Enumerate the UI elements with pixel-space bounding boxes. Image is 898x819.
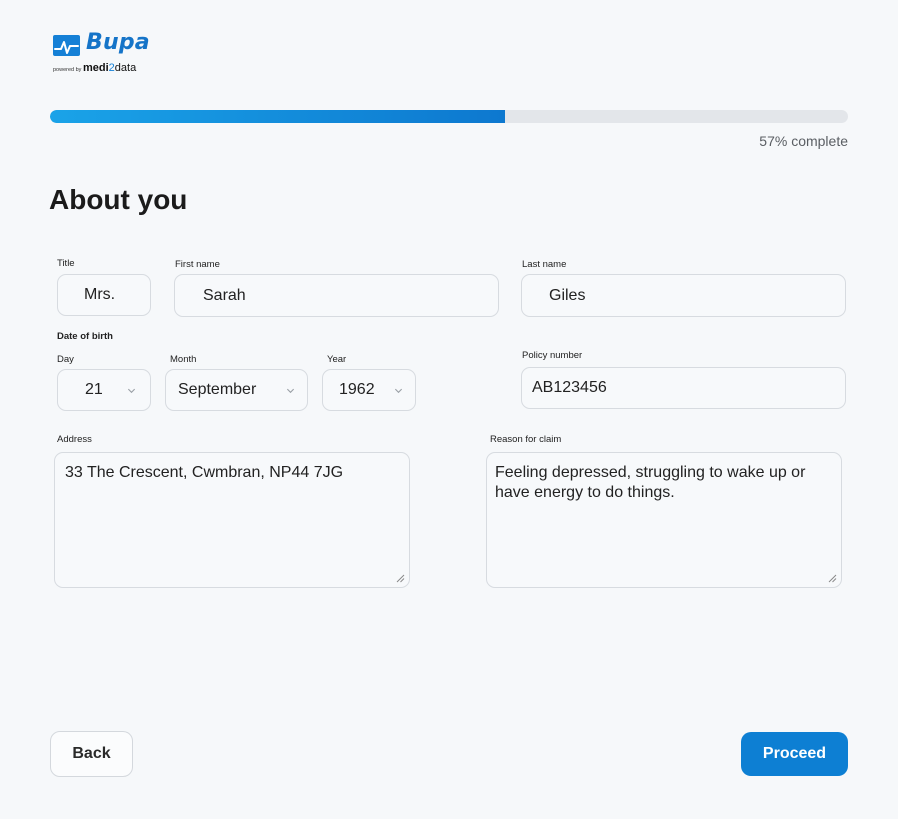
last-name-field[interactable]: Giles <box>521 274 846 317</box>
title-value: Mrs. <box>84 286 116 303</box>
bupa-logo: Bupa powered by medi2data <box>53 30 173 74</box>
reason-textarea[interactable]: Feeling depressed, struggling to wake up… <box>486 452 842 588</box>
back-button[interactable]: Back <box>50 731 133 777</box>
year-label: Year <box>327 354 347 365</box>
progress-bar <box>50 110 848 123</box>
reason-label: Reason for claim <box>490 434 562 445</box>
policy-number-value: AB123456 <box>532 379 607 396</box>
year-value: 1962 <box>339 381 375 398</box>
year-select[interactable]: 1962 <box>322 369 416 411</box>
reason-value: Feeling depressed, struggling to wake up… <box>495 464 806 501</box>
heartbeat-icon <box>53 35 80 56</box>
policy-number-field[interactable]: AB123456 <box>521 367 846 409</box>
chevron-down-icon <box>127 388 136 393</box>
chevron-down-icon <box>286 388 295 393</box>
powered-by: powered by medi2data <box>53 62 137 74</box>
month-select[interactable]: September <box>165 369 308 411</box>
last-name-label: Last name <box>522 259 567 270</box>
title-select[interactable]: Mrs. <box>57 274 151 316</box>
proceed-button[interactable]: Proceed <box>741 732 848 776</box>
progress-label: 57% complete <box>759 133 848 149</box>
brand-name: Bupa <box>86 30 150 55</box>
day-value: 21 <box>85 381 103 398</box>
address-label: Address <box>57 434 92 445</box>
policy-number-label: Policy number <box>522 350 583 361</box>
progress-fill <box>50 110 505 123</box>
page-title: About you <box>49 184 188 215</box>
day-select[interactable]: 21 <box>57 369 151 411</box>
title-label: Title <box>57 258 75 269</box>
first-name-field[interactable]: Sarah <box>174 274 499 317</box>
address-value: 33 The Crescent, Cwmbran, NP44 7JG <box>65 464 344 481</box>
first-name-label: First name <box>175 259 220 270</box>
resize-handle-icon[interactable] <box>828 574 837 583</box>
dob-label: Date of birth <box>57 331 113 342</box>
chevron-down-icon <box>394 388 403 393</box>
first-name-value: Sarah <box>203 286 246 304</box>
month-value: September <box>178 381 257 398</box>
day-label: Day <box>57 354 74 365</box>
month-label: Month <box>170 354 197 365</box>
resize-handle-icon[interactable] <box>396 574 405 583</box>
last-name-value: Giles <box>549 286 586 304</box>
address-textarea[interactable]: 33 The Crescent, Cwmbran, NP44 7JG <box>54 452 410 588</box>
